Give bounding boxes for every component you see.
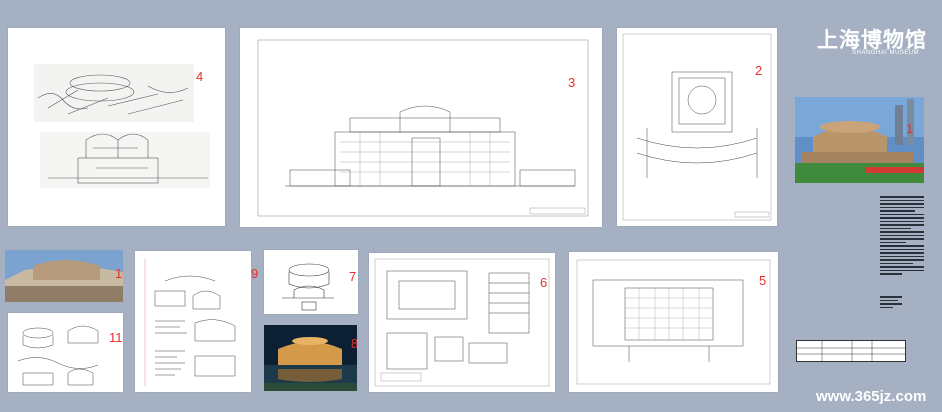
panel-number: 1	[906, 121, 914, 136]
museum-photo-side	[5, 250, 123, 302]
sketch-drawing	[34, 64, 210, 188]
panel-detail-drawings-6[interactable]: 6	[369, 253, 555, 392]
panel-photo-1[interactable]: 1	[795, 97, 924, 183]
elevation-drawing	[257, 39, 589, 217]
panel-number: 5	[759, 273, 767, 288]
panel-number: 10	[115, 266, 123, 281]
site-plan-drawing	[622, 33, 772, 221]
watermark: www.365jz.com	[816, 388, 927, 405]
panel-photo-10[interactable]: 10	[5, 250, 123, 302]
description-text	[880, 196, 924, 277]
panel-elevation-3[interactable]: 3	[240, 28, 602, 227]
museum-night-photo	[264, 325, 357, 391]
panel-night-photo-8[interactable]: 8	[264, 325, 357, 391]
panel-number: 11	[109, 330, 123, 345]
panel-floor-plan-5[interactable]: 5	[569, 252, 778, 392]
detail-drawing	[374, 258, 550, 387]
sketch-drawing	[282, 263, 334, 311]
panel-number: 7	[349, 269, 357, 284]
panel-number: 8	[351, 336, 357, 351]
museum-photo	[795, 97, 924, 183]
panel-site-plan-2[interactable]: 2	[617, 28, 777, 226]
sketch-drawing	[17, 325, 99, 386]
panel-number: 4	[196, 69, 204, 84]
credits-text	[880, 296, 902, 310]
panel-sketchbook-9[interactable]: 9	[135, 251, 258, 392]
panel-sketch-7[interactable]: 7	[264, 250, 358, 314]
board-subtitle: SHANGHAI MUSEUM	[852, 50, 920, 56]
panel-number: 3	[568, 75, 576, 90]
title-block-table	[796, 340, 906, 362]
panel-number: 9	[251, 266, 259, 281]
panel-number: 2	[755, 63, 763, 78]
panel-number: 6	[540, 275, 548, 290]
panel-sketches-4[interactable]: 4	[8, 28, 225, 226]
sketchbook-drawing	[144, 259, 236, 386]
panel-sketches-11[interactable]: 11	[8, 313, 123, 392]
floor-plan-drawing	[576, 259, 771, 385]
